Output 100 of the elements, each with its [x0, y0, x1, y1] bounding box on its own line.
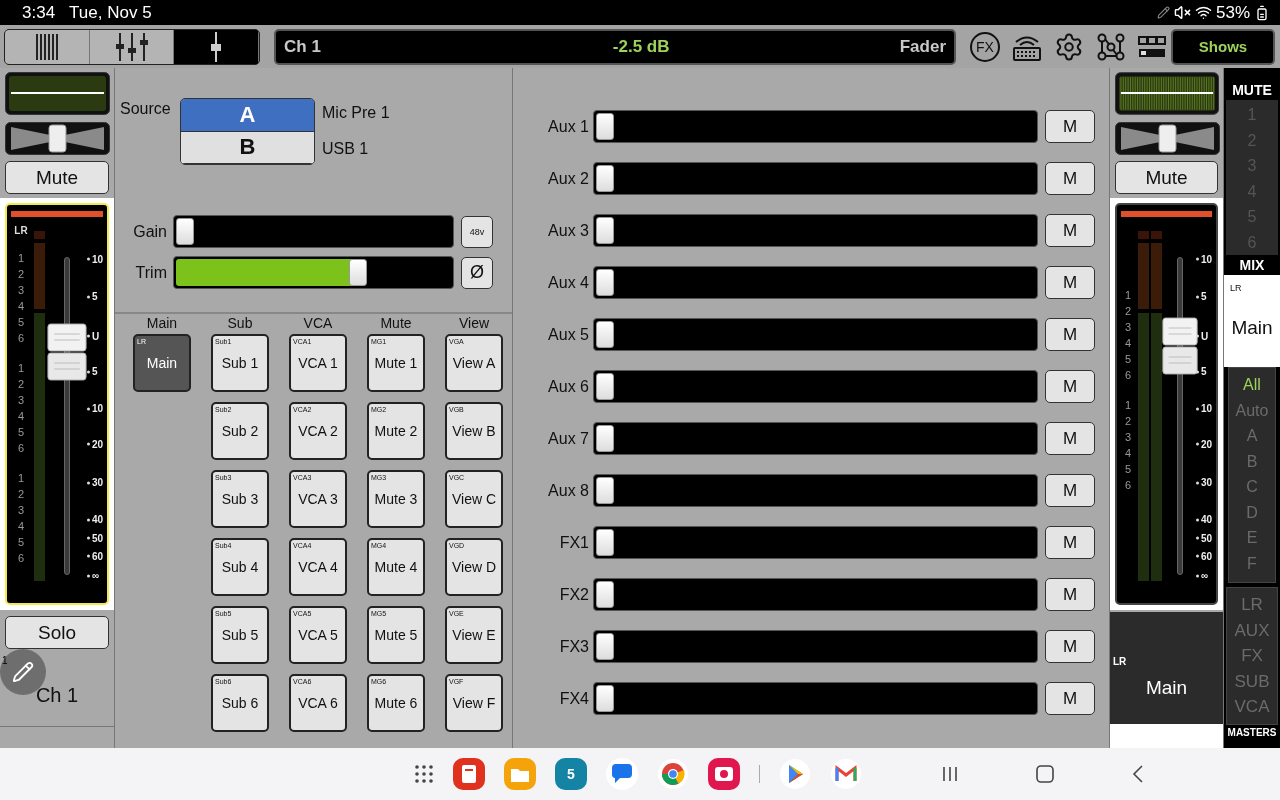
send-slider[interactable]	[593, 162, 1038, 195]
scale-label: 60	[1195, 550, 1213, 562]
send-slider[interactable]	[593, 214, 1038, 247]
send-label: Aux 7	[547, 429, 590, 448]
fader-icon	[210, 30, 223, 63]
mix-panel[interactable]: LR Main	[1224, 275, 1280, 367]
slider-thumb[interactable]	[596, 633, 614, 660]
settings-icon[interactable]	[1054, 31, 1084, 62]
home-icon[interactable]	[1036, 765, 1054, 783]
send-slider[interactable]	[593, 682, 1038, 715]
slider-thumb[interactable]	[596, 269, 614, 296]
mute-button[interactable]: Mute	[1115, 161, 1218, 194]
notes-app-icon[interactable]	[453, 758, 485, 790]
slider-thumb[interactable]	[596, 217, 614, 244]
send-mute-button[interactable]: M	[1045, 214, 1095, 247]
mute-button[interactable]: Mute	[5, 161, 109, 194]
send-mute-button[interactable]: M	[1045, 266, 1095, 299]
slider-thumb[interactable]	[596, 425, 614, 452]
send-slider[interactable]	[593, 266, 1038, 299]
phantom-power-button[interactable]: 48v	[461, 215, 493, 248]
pan-control[interactable]	[5, 122, 110, 155]
group-number: 5	[1124, 352, 1132, 367]
scale-label: 30	[1195, 476, 1213, 488]
group-number: 5	[1124, 462, 1132, 477]
send-slider[interactable]	[593, 318, 1038, 351]
view-filter[interactable]: All	[1243, 372, 1261, 398]
send-slider[interactable]	[593, 370, 1038, 403]
source-name: USB 1	[322, 140, 370, 158]
send-mute-button[interactable]: M	[1045, 422, 1095, 455]
view-mode-tab[interactable]	[5, 29, 90, 64]
group-number: 6	[17, 551, 25, 566]
slider-thumb[interactable]	[596, 113, 614, 140]
recents-icon[interactable]	[942, 766, 958, 782]
send-label: FX4	[558, 689, 590, 708]
scale-label: 10	[86, 253, 104, 265]
group-number: 1	[17, 251, 25, 266]
back-icon[interactable]	[1132, 765, 1144, 783]
send-slider[interactable]	[593, 474, 1038, 507]
polarity-button[interactable]: Ø	[461, 256, 493, 289]
send-label: Aux 4	[547, 273, 590, 292]
view-mode-tab[interactable]	[89, 29, 175, 64]
send-mute-button[interactable]: M	[1045, 162, 1095, 195]
apps-grid-icon[interactable]	[414, 764, 434, 784]
fader-thumb[interactable]	[47, 323, 87, 382]
send-label: Aux 8	[547, 481, 590, 500]
send-mute-button[interactable]: M	[1045, 630, 1095, 663]
source-label: Source	[120, 100, 172, 119]
chat-app-icon[interactable]	[606, 758, 638, 790]
send-slider[interactable]	[593, 110, 1038, 143]
slider-thumb[interactable]	[596, 321, 614, 348]
slider-thumb[interactable]	[596, 685, 614, 712]
slider-thumb[interactable]	[596, 529, 614, 556]
layout-icon[interactable]	[1138, 34, 1166, 59]
scale-label: 60	[86, 550, 104, 562]
calendar-app-icon[interactable]: 5	[555, 758, 587, 790]
mix-name: Main	[1231, 317, 1273, 339]
send-mute-button[interactable]: M	[1045, 474, 1095, 507]
pen-icon	[1156, 6, 1170, 19]
routing-icon[interactable]	[1096, 31, 1126, 62]
channel-name: Ch 1	[35, 684, 79, 707]
channel-label: Ch 1	[284, 36, 321, 57]
browser-app-icon[interactable]	[657, 758, 689, 790]
fader-thumb[interactable]	[1162, 317, 1198, 376]
shows-button[interactable]: Shows	[1171, 28, 1275, 65]
send-slider[interactable]	[593, 526, 1038, 559]
source-option[interactable]: A	[181, 99, 314, 132]
send-mute-button[interactable]: M	[1045, 370, 1095, 403]
source-option[interactable]: B	[181, 131, 314, 164]
mail-app-icon[interactable]	[830, 758, 862, 790]
send-slider[interactable]	[593, 422, 1038, 455]
play-store-icon[interactable]	[779, 758, 811, 790]
scale-label: 20	[1195, 438, 1213, 450]
solo-button[interactable]: Solo	[5, 616, 109, 649]
group-number: 6	[17, 441, 25, 456]
send-label: Aux 5	[547, 325, 590, 344]
pan-control[interactable]	[1115, 122, 1220, 155]
slider-thumb[interactable]	[596, 165, 614, 192]
send-mute-button[interactable]: M	[1045, 578, 1095, 611]
trim-slider[interactable]	[173, 256, 454, 289]
send-slider[interactable]	[593, 630, 1038, 663]
send-mute-button[interactable]: M	[1045, 682, 1095, 715]
camera-app-icon[interactable]	[708, 758, 740, 790]
group-number: 4	[17, 519, 25, 534]
group-number: 5	[17, 535, 25, 550]
slider-thumb[interactable]	[596, 581, 614, 608]
gain-slider[interactable]	[173, 215, 454, 248]
slider-thumb[interactable]	[596, 477, 614, 504]
slider-thumb[interactable]	[596, 373, 614, 400]
slider-thumb[interactable]	[349, 259, 368, 286]
faders-icon	[113, 31, 150, 62]
fx-button[interactable]: FX	[970, 31, 1000, 62]
slider-thumb[interactable]	[176, 218, 194, 245]
group-number: 4	[17, 409, 25, 424]
scale-label: U	[1195, 330, 1209, 342]
send-mute-button[interactable]: M	[1045, 526, 1095, 559]
scale-label: 5	[1195, 365, 1207, 377]
send-slider[interactable]	[593, 578, 1038, 611]
send-mute-button[interactable]: M	[1045, 110, 1095, 143]
clock: 3:34	[22, 2, 56, 23]
send-mute-button[interactable]: M	[1045, 318, 1095, 351]
